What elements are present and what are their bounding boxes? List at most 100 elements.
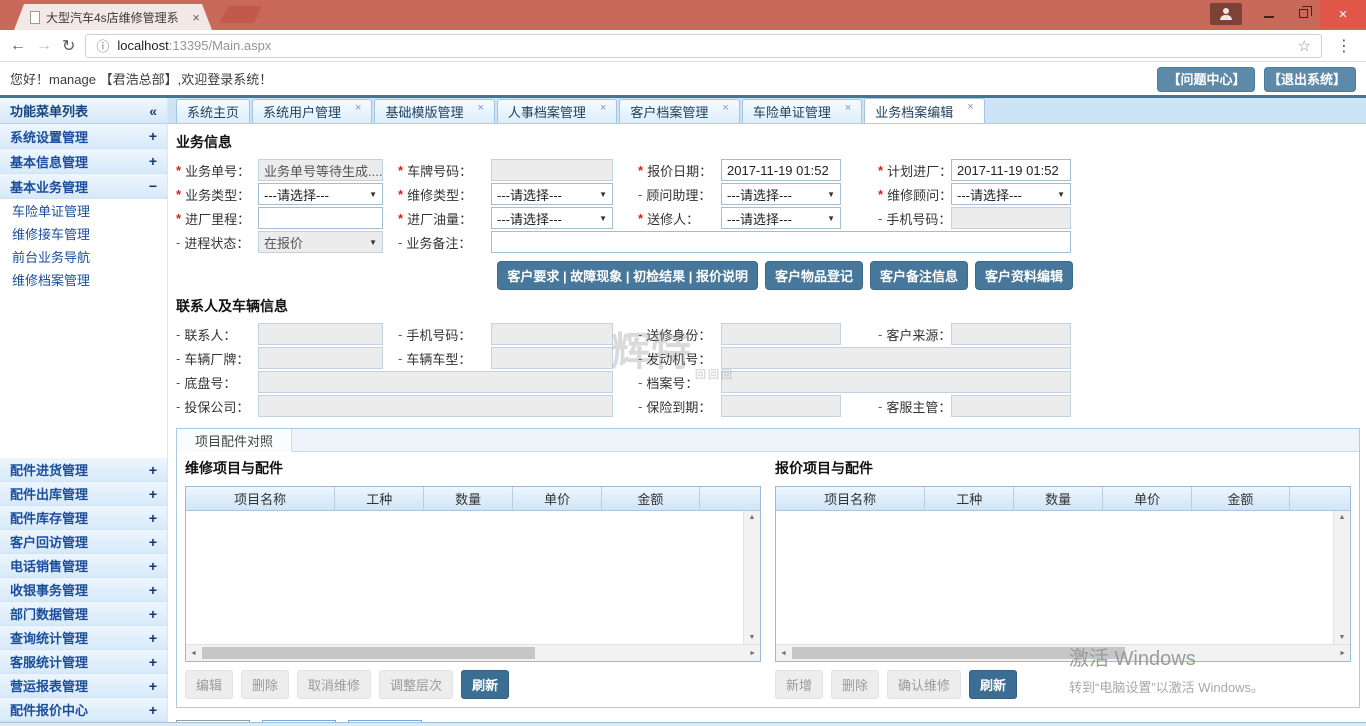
select-field[interactable]: ---请选择--- ▼ (721, 183, 841, 205)
save-button[interactable]: 保 存 (176, 720, 250, 722)
content-tab[interactable]: 车险单证管理 × (741, 99, 863, 123)
scroll-right-icon[interactable]: ► (1339, 650, 1346, 657)
horizontal-scrollbar[interactable]: ◄ ► (776, 644, 1350, 661)
new-tab-button[interactable] (219, 6, 263, 23)
select-field[interactable]: ---请选择--- ▼ (491, 183, 613, 205)
sidebar-group[interactable]: 收银事务管理 + (0, 578, 167, 602)
sidebar-group[interactable]: 客服统计管理 + (0, 650, 167, 674)
tab-close-icon[interactable]: × (477, 102, 483, 114)
field-label: - 送修身份： (638, 325, 721, 344)
content-tab[interactable]: 人事档案管理 × (496, 99, 618, 123)
sidebar-subitem[interactable]: 车险单证管理 (0, 199, 167, 222)
horizontal-scrollbar[interactable]: ◄ ► (186, 644, 760, 661)
field-label-text: 客户来源： (886, 327, 952, 343)
contact-form: - 联系人： - 手机号码： - 送修身份： - 客户来源： - 车辆厂牌： - 车辆车型： - 发动机号… (176, 322, 1073, 418)
tab-close-icon[interactable]: × (722, 102, 728, 114)
close-window-button[interactable]: × (1320, 0, 1366, 28)
field-label-text: 顾问助理： (646, 187, 712, 203)
refresh-button[interactable]: 刷新 (969, 670, 1018, 699)
content-tab[interactable]: 客户档案管理 × (619, 99, 740, 123)
text-input[interactable] (491, 231, 1071, 253)
text-input (721, 371, 1071, 393)
new-button[interactable]: 新 增 (262, 720, 336, 722)
action-button[interactable]: 客户物品登记 (764, 261, 863, 290)
sidebar-group[interactable]: 基本信息管理 + (0, 149, 167, 174)
text-input[interactable] (258, 207, 383, 229)
sidebar-subitem[interactable]: 维修接车管理 (0, 222, 167, 245)
sidebar-group[interactable]: 查询统计管理 + (0, 626, 167, 650)
content-tab[interactable]: 系统主页 (176, 99, 251, 123)
refresh-button[interactable]: 刷新 (461, 670, 510, 699)
tab-close-icon[interactable]: × (192, 10, 200, 25)
scroll-up-icon[interactable]: ▲ (1339, 514, 1346, 521)
back-icon[interactable]: ← (10, 37, 26, 55)
tab-close-icon[interactable]: × (845, 102, 851, 114)
optional-mark: - (878, 326, 883, 342)
scroll-down-icon[interactable]: ▼ (1339, 634, 1346, 641)
content-tab[interactable]: 系统用户管理 × (252, 99, 373, 123)
action-button[interactable]: 客户要求 | 故障现象 | 初检结果 | 报价说明 (497, 261, 758, 290)
text-input[interactable]: 2017-11-19 01:52 (951, 159, 1071, 181)
bookmark-star-icon[interactable]: ☆ (1298, 37, 1311, 55)
vertical-scrollbar[interactable]: ▲ ▼ (1333, 511, 1350, 644)
scroll-left-icon[interactable]: ◄ (190, 650, 197, 657)
table-action-button: 删除 (831, 670, 880, 699)
text-input[interactable]: 2017-11-19 01:52 (721, 159, 841, 181)
field-label: * 报价日期： (638, 161, 721, 180)
info-icon[interactable]: ⓘ (96, 36, 109, 55)
sidebar-group[interactable]: 客户回访管理 + (0, 530, 167, 554)
issue-center-button[interactable]: 【问题中心】 (1157, 66, 1256, 92)
sidebar-group-label: 配件出库管理 (10, 487, 89, 502)
scroll-left-icon[interactable]: ◄ (780, 650, 787, 657)
panel-tab-items-compare[interactable]: 项目配件对照 (177, 429, 293, 452)
field-label: - 发动机号： (638, 349, 721, 368)
sidebar-group[interactable]: 基本业务管理 − (0, 174, 167, 199)
sidebar-subitem[interactable]: 前台业务导航 (0, 245, 167, 268)
scrollbar-thumb[interactable] (792, 647, 1125, 659)
scrollbar-thumb[interactable] (202, 647, 535, 659)
field-label-text: 送修身份： (646, 327, 712, 343)
open-button[interactable]: 打 开 (348, 720, 422, 722)
sidebar-group[interactable]: 系统设置管理 + (0, 124, 167, 149)
reload-icon[interactable]: ↻ (62, 36, 75, 56)
collapse-icon[interactable]: « (149, 103, 157, 119)
sidebar-group[interactable]: 部门数据管理 + (0, 602, 167, 626)
sidebar-group[interactable]: 配件进货管理 + (0, 458, 167, 482)
tab-close-icon[interactable]: × (967, 101, 973, 113)
sidebar-group[interactable]: 营运报表管理 + (0, 674, 167, 698)
content-tab[interactable]: 基础模版管理 × (374, 99, 495, 123)
address-bar[interactable]: ⓘ localhost:13395/Main.aspx ☆ (85, 33, 1322, 58)
logout-button[interactable]: 【退出系统】 (1264, 66, 1356, 92)
optional-mark: - (638, 186, 643, 202)
chevron-down-icon: ▼ (827, 189, 835, 199)
scroll-up-icon[interactable]: ▲ (749, 514, 756, 521)
browser-titlebar: 大型汽车4s店维修管理系 × × (0, 0, 1366, 30)
tab-close-icon[interactable]: × (355, 102, 361, 114)
select-field[interactable]: ---请选择--- ▼ (951, 183, 1071, 205)
select-field[interactable]: ---请选择--- ▼ (491, 207, 613, 229)
text-input (491, 323, 613, 345)
browser-menu-icon[interactable]: ⋮ (1332, 36, 1356, 56)
select-field[interactable]: ---请选择--- ▼ (258, 183, 383, 205)
text-input (491, 347, 613, 369)
profile-button[interactable] (1210, 3, 1242, 25)
field-label: - 顾问助理： (638, 185, 721, 204)
maximize-button[interactable] (1286, 0, 1320, 26)
select-field[interactable]: ---请选择--- ▼ (721, 207, 841, 229)
action-button[interactable]: 客户备注信息 (869, 261, 968, 290)
browser-toolbar: ← → ↻ ⓘ localhost:13395/Main.aspx ☆ ⋮ (0, 30, 1366, 62)
sidebar-subitem[interactable]: 维修档案管理 (0, 268, 167, 291)
scroll-right-icon[interactable]: ► (749, 650, 756, 657)
scroll-down-icon[interactable]: ▼ (749, 634, 756, 641)
tab-close-icon[interactable]: × (600, 102, 606, 114)
vertical-scrollbar[interactable]: ▲ ▼ (743, 511, 760, 644)
forward-icon[interactable]: → (36, 37, 52, 55)
sidebar-group[interactable]: 配件报价中心 + (0, 698, 167, 722)
action-button[interactable]: 客户资料编辑 (974, 261, 1073, 290)
sidebar-group[interactable]: 电话销售管理 + (0, 554, 167, 578)
sidebar-group[interactable]: 配件库存管理 + (0, 506, 167, 530)
sidebar-group[interactable]: 配件出库管理 + (0, 482, 167, 506)
content-tab[interactable]: 业务档案编辑 × (864, 98, 985, 123)
browser-tab[interactable]: 大型汽车4s店维修管理系 × (14, 4, 212, 30)
minimize-button[interactable] (1252, 0, 1286, 26)
